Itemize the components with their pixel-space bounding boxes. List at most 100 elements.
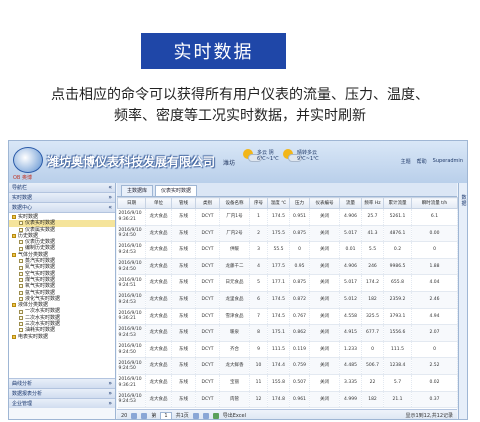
sidebar-section-datacenter[interactable]: 数据中心 « — [9, 203, 115, 213]
table-cell: 关闭 — [309, 341, 340, 359]
file-icon — [19, 265, 23, 270]
sidebar-section-enterprise[interactable]: 企业管理 » — [9, 398, 115, 408]
first-page-icon[interactable] — [131, 412, 138, 419]
table-cell: 0 — [411, 341, 458, 359]
right-panel[interactable]: 数据 — [458, 183, 467, 419]
column-header[interactable]: 类别 — [195, 197, 220, 209]
next-page-icon[interactable] — [192, 412, 199, 419]
table-row[interactable]: 2016/9/10 9:24:53 龙大食品 东线 DCYT 暖泉 8 175.1 0.862… — [117, 324, 458, 342]
table-cell: 关闭 — [309, 241, 340, 259]
column-header[interactable]: 仪表编号 — [309, 197, 340, 209]
column-header[interactable]: 温度 ℃ — [267, 197, 290, 209]
theme-link[interactable]: 主题 — [401, 158, 411, 165]
table-cell: 5.012 — [339, 291, 362, 309]
table-cell: 龙大食品 — [145, 341, 172, 359]
table-cell: 5261.1 — [383, 208, 412, 226]
export-excel-button[interactable]: 导出Excel — [223, 412, 246, 419]
last-page-icon[interactable] — [202, 412, 209, 419]
table-row[interactable]: 2016/9/10 9:24:51 龙大食品 东线 DCYT 日元食品 5 177.1 0.8… — [117, 274, 458, 292]
file-icon — [19, 284, 23, 289]
table-cell: 关闭 — [309, 225, 340, 243]
folder-icon — [12, 234, 16, 239]
weather-city: 潍坊 — [223, 160, 236, 167]
table-cell: 0.37 — [411, 391, 458, 409]
tree-item[interactable]: 电表实时数据 — [9, 334, 115, 340]
logo-text: OB 奥博 — [13, 175, 32, 181]
sidebar-section-curve[interactable]: 曲线分析» — [9, 378, 115, 388]
page-total: 共1页 — [175, 413, 189, 419]
description-line-1: 点击相应的命令可以获得所有用户仪表的流量、压力、温度、 — [51, 87, 429, 103]
folder-icon — [12, 215, 16, 220]
table-row[interactable]: 2016/9/10 9:24:53 龙大食品 东线 DCYT 龙里食品 6 174.5 0.8… — [117, 291, 458, 309]
tab-main-db[interactable]: 主数据库 — [121, 185, 154, 196]
folder-icon — [12, 252, 16, 257]
table-cell: 246 — [361, 258, 384, 276]
table-row[interactable]: 2016/9/10 9:24:50 龙大食品 东线 DCYT 齐合 9 111.5 0.119… — [117, 341, 458, 359]
user-name[interactable]: Superadmin — [433, 158, 463, 165]
table-row[interactable]: 2016/9/10 9:36:21 龙大食品 东线 DCYT 厂内1号 1 174.5 0.9… — [117, 208, 458, 226]
table-cell: 21.1 — [383, 391, 412, 409]
table-cell: DCYT — [195, 324, 220, 342]
collapse-icon[interactable]: « — [108, 183, 112, 193]
column-header[interactable]: 序号 — [249, 197, 268, 209]
table-cell: 174.5 — [267, 208, 290, 226]
table-cell: 厂内2号 — [219, 225, 250, 243]
table-cell: 3.335 — [339, 374, 362, 392]
column-header[interactable]: 管线 — [171, 197, 196, 209]
column-header[interactable]: 单位 — [145, 197, 172, 209]
table-cell: 龙大食品 — [145, 308, 172, 326]
table-row[interactable]: 2016/9/10 9:24:50 龙大食品 东线 DCYT 龙藤千二 4 177.5 0.9… — [117, 258, 458, 276]
main-content: 主数据库 仪表实时数据 日期 单位 管线 类别 设备名称 序号 温度 ℃ 压力 仪表编号 流量 频率… — [117, 183, 458, 419]
table-cell: 东线 — [171, 357, 196, 375]
right-panel-title: 数据 — [461, 195, 467, 207]
column-header[interactable]: 日期 — [117, 197, 146, 209]
refresh-icon[interactable] — [212, 412, 219, 419]
page-size-select[interactable]: 20 — [121, 413, 127, 419]
table-cell: 0.951 — [289, 208, 310, 226]
sidebar-header: 导航栏 « — [9, 183, 115, 193]
prev-page-icon[interactable] — [141, 412, 148, 419]
table-row[interactable]: 2016/9/10 9:36:21 龙大食品 东线 DCYT 雪津食品 7 174.5 0.7… — [117, 308, 458, 326]
table-cell: 2.46 — [411, 291, 458, 309]
table-cell: 0.872 — [289, 291, 310, 309]
table-cell: 东线 — [171, 374, 196, 392]
table-row[interactable]: 2016/9/10 9:24:53 龙大食品 东线 DCYT 供暖 3 55.5 0 关闭 0.0… — [117, 241, 458, 259]
column-header[interactable]: 压力 — [289, 197, 310, 209]
column-header[interactable]: 设备名称 — [219, 197, 250, 209]
column-header[interactable]: 频率 Hz — [361, 197, 384, 209]
table-cell: 0.01 — [339, 241, 362, 259]
table-cell: 4.558 — [339, 308, 362, 326]
table-cell: 东线 — [171, 324, 196, 342]
table-cell: 2016/9/10 9:24:53 — [117, 391, 146, 409]
column-header[interactable]: 瞬时流量 t/h — [411, 197, 458, 209]
weather-tomorrow-temp: 9℃~1℃ — [297, 156, 319, 162]
page-number-input[interactable]: 1 — [160, 411, 172, 419]
file-icon — [19, 246, 23, 251]
tab-realtime-data[interactable]: 仪表实时数据 — [155, 185, 198, 196]
help-link[interactable]: 帮助 — [417, 158, 427, 165]
table-cell: 12 — [249, 391, 268, 409]
sidebar-section-realtime[interactable]: 实时数据 » — [9, 193, 115, 203]
table-cell: 0.862 — [289, 324, 310, 342]
user-bar: 主题 帮助 Superadmin — [401, 158, 463, 165]
table-row[interactable]: 2016/9/10 9:24:53 龙大食品 东线 DCYT 肉管 12 174.8 0.96… — [117, 391, 458, 409]
file-icon — [19, 322, 23, 327]
table-header: 日期 单位 管线 类别 设备名称 序号 温度 ℃ 压力 仪表编号 流量 频率 Hz 累计流量 瞬时流量 … — [117, 197, 458, 209]
column-header[interactable]: 累计流量 — [383, 197, 412, 209]
sidebar-section-report[interactable]: 数据报表分析» — [9, 388, 115, 398]
table-cell: 关闭 — [309, 374, 340, 392]
table-row[interactable]: 2016/9/10 9:24:50 龙大食品 东线 DCYT 厂内2号 2 175.5 0.8… — [117, 225, 458, 243]
section-label: 数据报表分析 — [12, 391, 43, 397]
column-header[interactable]: 流量 — [339, 197, 362, 209]
table-cell: 雪津食品 — [219, 308, 250, 326]
file-icon — [19, 278, 23, 283]
table-row[interactable]: 2016/9/10 9:24:50 龙大食品 东线 DCYT 龙大鲜香 10 174.4 0.… — [117, 357, 458, 375]
table-cell: 厂内1号 — [219, 208, 250, 226]
table-cell: 2016/9/10 9:36:21 — [117, 308, 146, 326]
table-cell: 6.1 — [411, 208, 458, 226]
table-cell: 8 — [249, 324, 268, 342]
table-cell: 9986.5 — [383, 258, 412, 276]
table-cell: 东线 — [171, 258, 196, 276]
table-cell: 东线 — [171, 308, 196, 326]
table-row[interactable]: 2016/9/10 9:36:21 龙大食品 东线 DCYT 宝丽 11 155.8 0.50… — [117, 374, 458, 392]
